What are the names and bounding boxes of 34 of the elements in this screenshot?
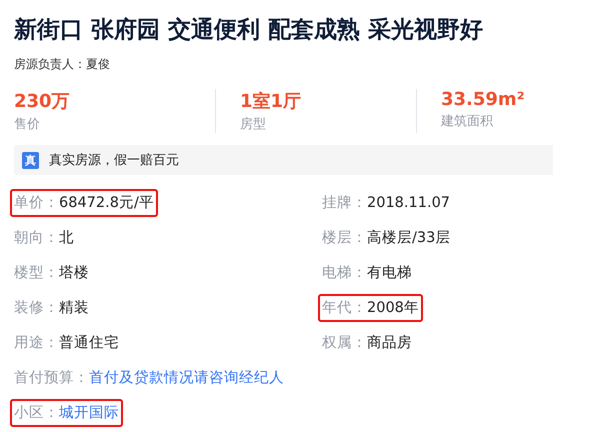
stat-value: 1室1厅 [240, 90, 302, 113]
detail-value: 精装 [59, 299, 89, 318]
stat-value: 230万 [14, 90, 70, 113]
detail-value: 高楼层/33层 [367, 228, 450, 248]
listing-title: 新街口 张府园 交通便利 配套成熟 采光视野好 [14, 16, 484, 45]
detail-label: 小区： [14, 404, 59, 423]
agent-text: 房源负责人：夏俊 [14, 56, 111, 73]
detail-value: 北 [59, 229, 74, 248]
detail-value: 塔楼 [59, 264, 89, 283]
detail-value: 68472.8元/平 [59, 194, 154, 213]
detail-label: 单价： [14, 194, 59, 213]
detail-value: 2018.11.07 [367, 194, 450, 213]
detail-link[interactable]: 城开国际 [59, 402, 119, 424]
detail-value: 2008年 [367, 299, 419, 318]
guarantee-text: 真实房源，假一赔百元 [49, 152, 179, 169]
detail-label: 权属： [322, 334, 367, 353]
detail-label: 楼层： [322, 229, 367, 248]
detail-value: 普通住宅 [59, 334, 119, 353]
stat-value: 33.59m² [441, 89, 525, 110]
detail-value: 有电梯 [367, 264, 412, 283]
detail-label: 楼型： [14, 264, 59, 283]
stat-label: 建筑面积 [441, 113, 493, 130]
detail-link[interactable]: 首付及贷款情况请咨询经纪人 [89, 367, 284, 389]
stat-label: 售价 [14, 116, 40, 133]
detail-label: 用途： [14, 334, 59, 353]
detail-label: 年代： [322, 299, 367, 318]
detail-label: 朝向： [14, 229, 59, 248]
detail-label: 首付预算： [14, 369, 89, 388]
stat-label: 房型 [240, 116, 266, 133]
detail-label: 挂牌： [322, 194, 367, 213]
detail-label: 电梯： [322, 264, 367, 283]
detail-value: 商品房 [367, 334, 412, 353]
detail-label: 装修： [14, 299, 59, 318]
verified-badge: 真 [22, 152, 39, 168]
